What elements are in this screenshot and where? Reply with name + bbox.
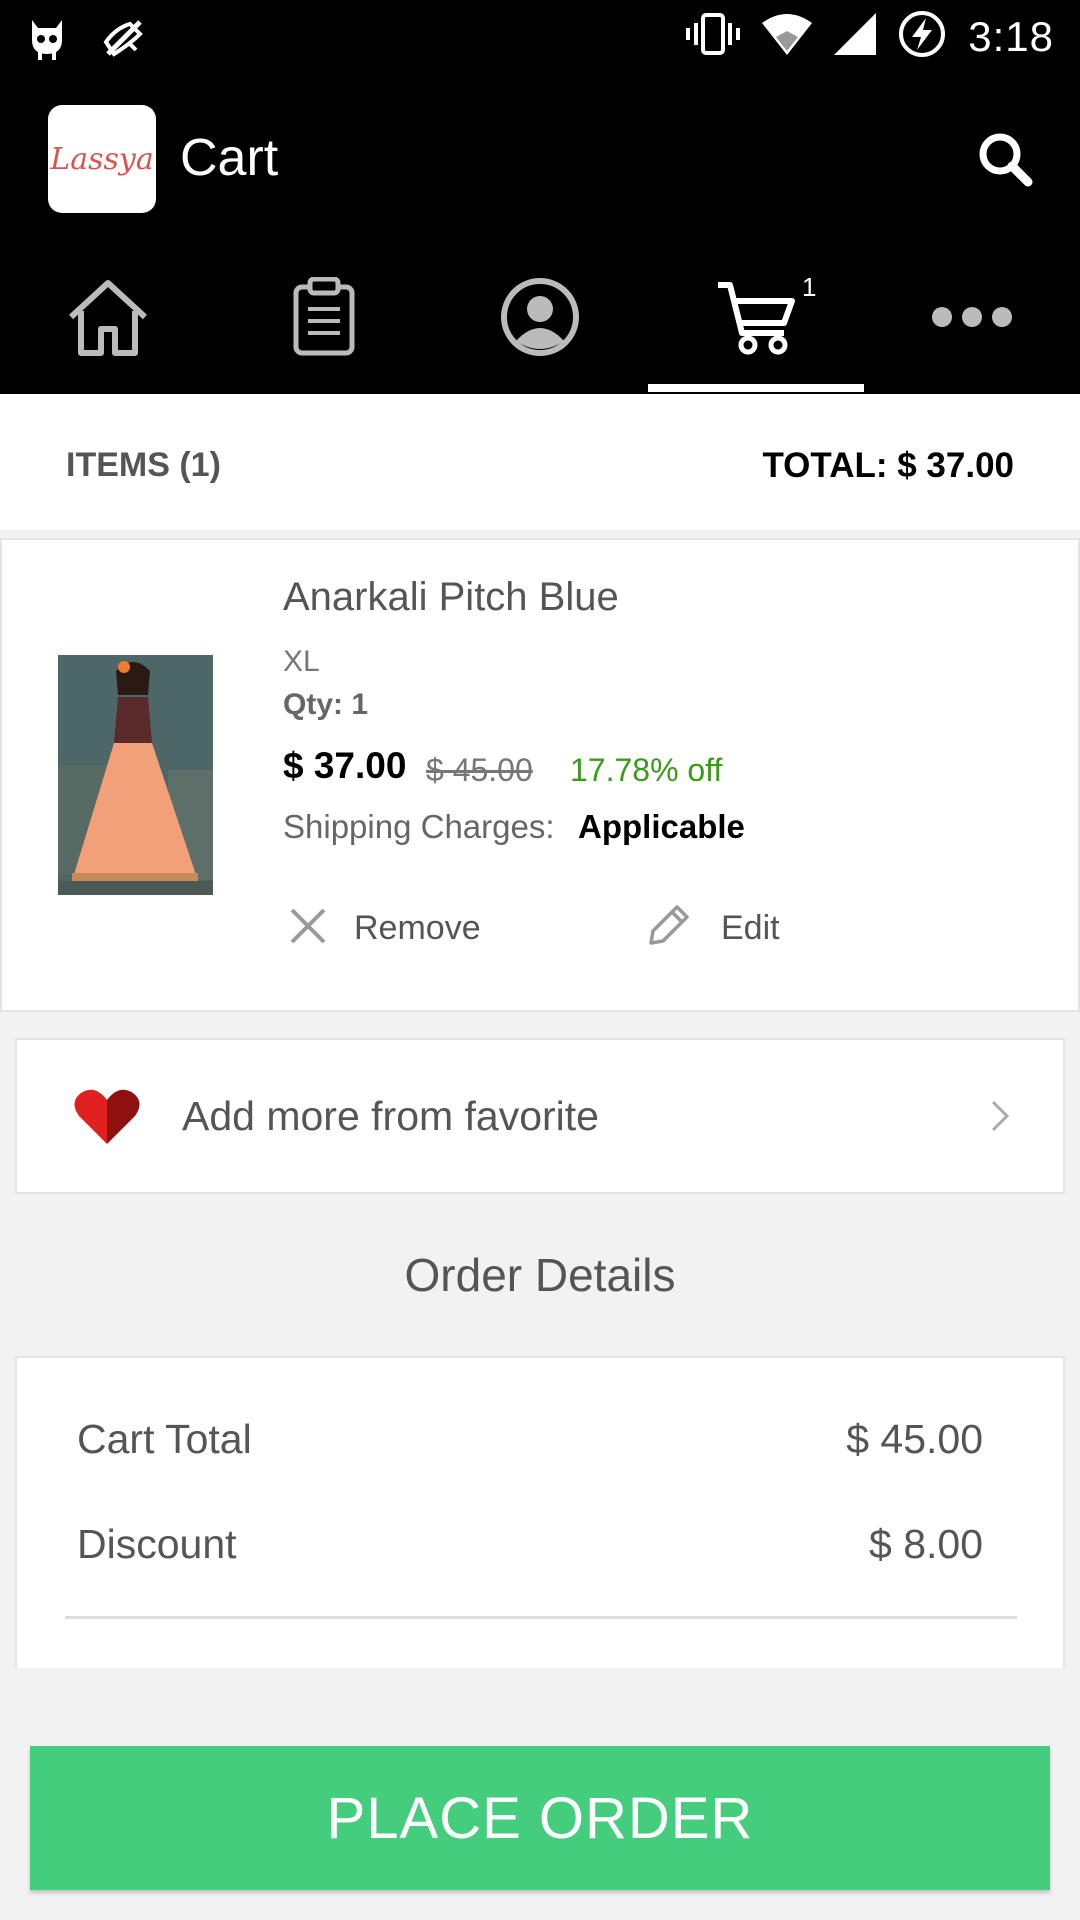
tab-orders[interactable] xyxy=(216,244,432,394)
home-icon xyxy=(63,275,153,364)
items-count: ITEMS (1) xyxy=(66,446,221,484)
user-icon xyxy=(500,277,580,362)
remove-button[interactable]: Remove xyxy=(288,896,481,960)
close-icon xyxy=(288,906,328,951)
add-from-favorite[interactable]: Add more from favorite xyxy=(15,1038,1065,1194)
edit-label: Edit xyxy=(721,908,780,947)
signal-icon xyxy=(834,13,877,60)
logo-text: Lassya xyxy=(50,141,154,177)
shipping-value: Applicable xyxy=(578,808,745,845)
product-price: $ 37.00 xyxy=(283,745,407,786)
cart-summary: ITEMS (1) TOTAL: $ 37.00 xyxy=(0,394,1080,530)
order-details-card: Cart Total $ 45.00 Discount $ 8.00 xyxy=(15,1356,1065,1668)
notifications-muted-icon xyxy=(100,14,148,67)
android-cat-icon xyxy=(28,14,66,67)
edit-button[interactable]: Edit xyxy=(645,896,780,960)
chevron-right-icon xyxy=(989,1098,1011,1139)
tab-more[interactable] xyxy=(864,244,1080,394)
order-row-label: Cart Total xyxy=(77,1416,252,1462)
wifi-icon xyxy=(762,13,813,60)
total-amount: TOTAL: $ 37.00 xyxy=(762,446,1014,485)
vibrate-icon xyxy=(686,11,741,62)
search-icon xyxy=(974,133,1038,196)
cart-badge: 1 xyxy=(802,272,817,302)
battery-charging-icon xyxy=(898,10,946,63)
pencil-icon xyxy=(645,903,691,954)
heart-icon xyxy=(73,1088,141,1151)
tab-home[interactable] xyxy=(0,244,216,394)
app-logo[interactable]: Lassya xyxy=(48,105,156,213)
divider xyxy=(65,1616,1017,1619)
order-row-value: $ 8.00 xyxy=(869,1521,983,1567)
status-bar: 3:18 xyxy=(0,0,1080,78)
favorite-label: Add more from favorite xyxy=(182,1093,599,1139)
place-order-button[interactable]: PLACE ORDER xyxy=(30,1746,1050,1890)
tab-account[interactable] xyxy=(432,244,648,394)
product-qty: Qty: 1 xyxy=(283,688,369,721)
product-discount: 17.78% off xyxy=(570,752,723,788)
cart-icon xyxy=(714,277,798,362)
app-bar: Lassya Cart xyxy=(0,78,1080,244)
order-row-label: Discount xyxy=(77,1521,237,1567)
product-image[interactable] xyxy=(58,655,213,895)
product-name[interactable]: Anarkali Pitch Blue xyxy=(283,575,619,620)
clipboard-icon xyxy=(292,276,356,362)
order-row-cart-total: Cart Total $ 45.00 xyxy=(77,1416,983,1463)
shipping-label: Shipping Charges: xyxy=(283,808,555,845)
order-row-value: $ 45.00 xyxy=(846,1416,983,1462)
order-row-discount: Discount $ 8.00 xyxy=(77,1521,983,1568)
more-icon xyxy=(930,305,1014,334)
tab-cart[interactable] xyxy=(648,244,864,394)
product-size: XL xyxy=(283,645,320,678)
search-button[interactable] xyxy=(974,128,1038,192)
bottom-tab-bar xyxy=(0,244,1080,394)
product-original-price: $ 45.00 xyxy=(426,752,533,788)
remove-label: Remove xyxy=(354,908,481,947)
status-time: 3:18 xyxy=(968,12,1054,60)
order-details-title: Order Details xyxy=(404,1249,676,1301)
page-title: Cart xyxy=(180,129,279,187)
